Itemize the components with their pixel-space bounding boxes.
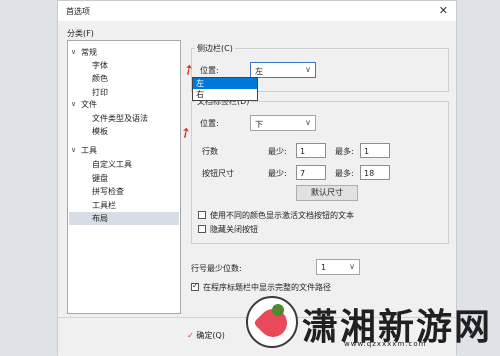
rows-max-input[interactable]: 1 xyxy=(360,143,390,158)
chevron-down-icon: ∨ xyxy=(305,65,311,74)
rows-label: 行数 xyxy=(202,147,218,156)
size-min-input[interactable]: 7 xyxy=(296,165,326,180)
sidebar-position-value: 左 xyxy=(255,67,263,76)
sidebar-position-label: 位置: xyxy=(200,66,219,75)
leaf-shape xyxy=(272,304,284,316)
watermark-url: www.qzxxxxm.com xyxy=(344,340,427,348)
size-min-value: 7 xyxy=(300,169,306,178)
doc-tab-position-label: 位置: xyxy=(200,119,219,128)
color-active-label: 使用不同的颜色显示激活文档按钮的文本 xyxy=(210,211,354,220)
category-tree[interactable]: ∨ 常规 字体 颜色 打印 ∨ 文件 文件类型及语法 模板 ∨ 工具 自定义工具… xyxy=(67,40,181,314)
color-active-checkbox[interactable] xyxy=(198,211,206,219)
sidebar-position-select[interactable]: 左 ∨ xyxy=(250,62,316,78)
tree-item-layout[interactable]: 布局 xyxy=(69,212,179,225)
tree-item-templates[interactable]: 模板 xyxy=(92,126,108,137)
tree-item-color[interactable]: 颜色 xyxy=(92,73,108,84)
rows-max-value: 1 xyxy=(364,147,370,156)
size-max-value: 18 xyxy=(364,169,375,178)
rows-min-value: 1 xyxy=(300,147,306,156)
check-icon: ✓ xyxy=(187,331,194,340)
show-path-label: 在程序标题栏中显示完整的文件路径 xyxy=(203,283,331,292)
tree-item-font[interactable]: 字体 xyxy=(92,60,108,71)
collapse-icon[interactable]: ∨ xyxy=(71,48,76,56)
line-number-value: 1 xyxy=(321,263,327,272)
tree-item-toolbar[interactable]: 工具栏 xyxy=(92,200,116,211)
size-max-input[interactable]: 18 xyxy=(360,165,390,180)
rows-min-label: 最少: xyxy=(268,147,287,156)
collapse-icon[interactable]: ∨ xyxy=(71,100,76,108)
line-number-select[interactable]: 1 ∨ xyxy=(316,259,360,275)
chevron-down-icon: ∨ xyxy=(349,262,355,271)
tree-item-tools[interactable]: 工具 xyxy=(81,145,97,156)
tree-item-general[interactable]: 常规 xyxy=(81,47,97,58)
line-number-label: 行号最少位数: xyxy=(191,264,242,273)
show-path-checkbox[interactable] xyxy=(191,281,199,291)
tree-item-filetypes[interactable]: 文件类型及语法 xyxy=(92,113,148,124)
rows-min-input[interactable]: 1 xyxy=(296,143,326,158)
button-size-label: 按钮尺寸 xyxy=(202,169,234,178)
close-icon[interactable]: ✕ xyxy=(439,4,448,17)
dialog-title: 首选项 xyxy=(66,7,90,16)
watermark-logo-icon xyxy=(246,296,298,348)
option-right[interactable]: 右 xyxy=(193,89,257,100)
size-min-label: 最少: xyxy=(268,169,287,178)
collapse-icon[interactable]: ∨ xyxy=(71,146,76,154)
category-header: 分类(F) xyxy=(67,29,94,38)
ok-label: 确定(Q) xyxy=(196,331,225,340)
hide-close-checkbox[interactable] xyxy=(198,225,206,233)
size-max-label: 最多: xyxy=(335,169,354,178)
tree-item-keyboard[interactable]: 键盘 xyxy=(92,173,108,184)
ok-button[interactable]: ✓ 确定(Q) xyxy=(176,327,236,345)
title-bar: 首选项 ✕ xyxy=(58,1,456,21)
tree-item-file[interactable]: 文件 xyxy=(81,99,97,110)
sidebar-position-dropdown[interactable]: 左 右 xyxy=(192,77,258,101)
rows-max-label: 最多: xyxy=(335,147,354,156)
option-left[interactable]: 左 xyxy=(193,78,257,89)
doc-tab-position-value: 下 xyxy=(255,120,263,129)
sidebar-group-title: 侧边栏(C) xyxy=(195,43,235,54)
hide-close-label: 隐藏关闭按钮 xyxy=(210,225,258,234)
doc-tab-position-select[interactable]: 下 ∨ xyxy=(250,115,316,131)
tree-item-print[interactable]: 打印 xyxy=(92,87,108,98)
watermark: 潇湘新游网 www.qzxxxxm.com xyxy=(246,296,498,354)
default-size-button[interactable]: 默认尺寸 xyxy=(296,185,358,201)
chevron-down-icon: ∨ xyxy=(305,118,311,127)
tree-item-custom-tools[interactable]: 自定义工具 xyxy=(92,159,132,170)
tree-item-spellcheck[interactable]: 拼写检查 xyxy=(92,186,124,197)
